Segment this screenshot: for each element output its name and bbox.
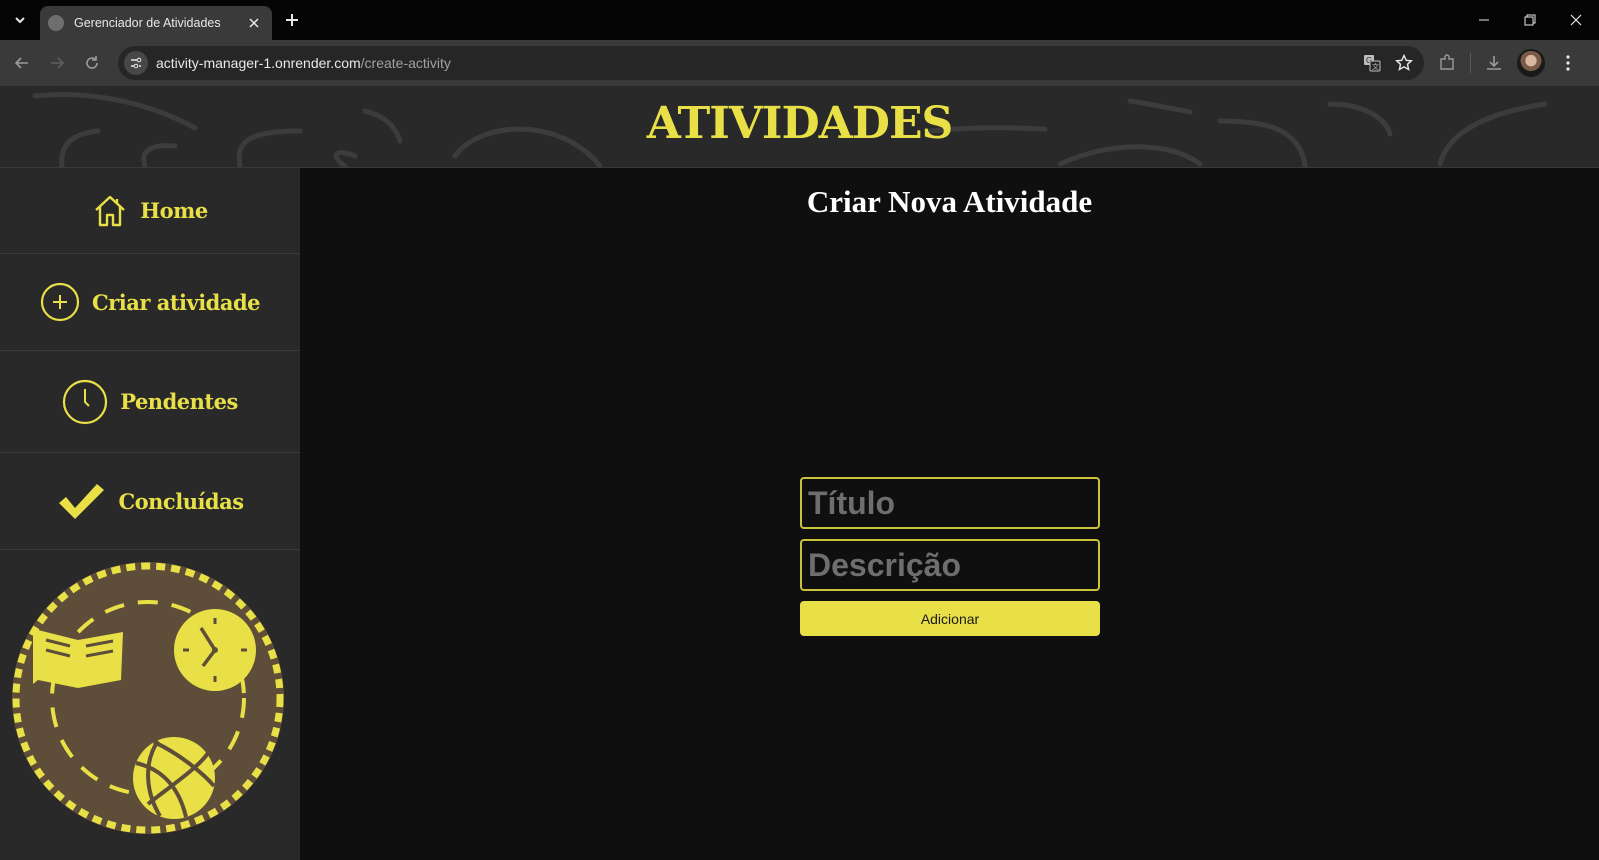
favicon-icon bbox=[48, 15, 64, 31]
url-text: activity-manager-1.onrender.com/create-a… bbox=[156, 55, 451, 71]
sidebar-item-label: Home bbox=[140, 198, 208, 223]
chevron-down-icon bbox=[15, 17, 25, 24]
url-host: activity-manager-1.onrender.com bbox=[156, 55, 361, 71]
minimize-button[interactable] bbox=[1461, 0, 1507, 40]
page-title: Criar Nova Atividade bbox=[806, 184, 1093, 219]
browser-toolbar: activity-manager-1.onrender.com/create-a… bbox=[0, 40, 1599, 86]
browser-tab-bar: Gerenciador de Atividades bbox=[0, 0, 1599, 40]
clock-icon bbox=[62, 379, 108, 425]
sidebar-item-criar-atividade[interactable]: Criar atividade bbox=[0, 254, 300, 351]
arrow-left-icon bbox=[14, 57, 28, 69]
reload-icon bbox=[86, 56, 98, 69]
toolbar-divider bbox=[1470, 53, 1471, 73]
browser-tab[interactable]: Gerenciador de Atividades bbox=[40, 6, 272, 40]
restore-icon bbox=[1524, 14, 1536, 26]
checkmark-icon bbox=[56, 481, 106, 521]
wall-clock-icon bbox=[174, 609, 256, 691]
plus-circle-icon bbox=[40, 282, 80, 322]
activities-illustration bbox=[12, 562, 284, 834]
description-input[interactable] bbox=[800, 539, 1100, 591]
address-bar[interactable]: activity-manager-1.onrender.com/create-a… bbox=[118, 46, 1424, 80]
plus-icon bbox=[286, 14, 298, 26]
close-window-button[interactable] bbox=[1553, 0, 1599, 40]
reload-button[interactable] bbox=[80, 51, 104, 75]
arrow-right-icon bbox=[51, 57, 65, 69]
translate-icon[interactable]: G文 bbox=[1360, 51, 1384, 75]
site-title: ATIVIDADES bbox=[646, 98, 954, 149]
main-content: Criar Nova Atividade Adicionar bbox=[300, 168, 1599, 860]
close-icon bbox=[249, 18, 259, 28]
back-button[interactable] bbox=[10, 51, 34, 75]
basketball-icon bbox=[133, 737, 216, 819]
sidebar: Home Criar atividade Pendentes Concluída… bbox=[0, 168, 300, 860]
sidebar-item-concluidas[interactable]: Concluídas bbox=[0, 453, 300, 550]
new-tab-button[interactable] bbox=[280, 8, 304, 32]
tab-title: Gerenciador de Atividades bbox=[74, 16, 221, 30]
tab-search-button[interactable] bbox=[8, 8, 32, 32]
profile-avatar[interactable] bbox=[1517, 49, 1545, 77]
minimize-icon bbox=[1479, 19, 1489, 21]
site-info-icon[interactable] bbox=[124, 51, 148, 75]
sidebar-item-label: Criar atividade bbox=[91, 289, 261, 315]
close-icon bbox=[1570, 14, 1582, 26]
sidebar-item-label: Pendentes bbox=[120, 389, 238, 414]
home-icon bbox=[92, 193, 128, 229]
sidebar-item-home[interactable]: Home bbox=[0, 168, 300, 254]
svg-text:文: 文 bbox=[1372, 62, 1379, 71]
title-input[interactable] bbox=[800, 477, 1100, 529]
forward-button[interactable] bbox=[45, 51, 69, 75]
bookmark-star-icon[interactable] bbox=[1392, 51, 1416, 75]
add-button[interactable]: Adicionar bbox=[800, 601, 1100, 636]
url-path: /create-activity bbox=[360, 55, 451, 71]
kebab-menu-icon[interactable] bbox=[1555, 50, 1581, 76]
create-activity-form: Adicionar bbox=[800, 477, 1100, 636]
close-tab-button[interactable] bbox=[244, 13, 264, 33]
page-header: ATIVIDADES bbox=[0, 86, 1599, 168]
web-page: ATIVIDADES Home Criar atividade Pendente… bbox=[0, 86, 1599, 860]
restore-button[interactable] bbox=[1507, 0, 1553, 40]
extensions-icon[interactable] bbox=[1434, 50, 1460, 76]
download-icon[interactable] bbox=[1481, 50, 1507, 76]
sidebar-item-label: Concluídas bbox=[118, 488, 244, 514]
sidebar-item-pendentes[interactable]: Pendentes bbox=[0, 351, 300, 453]
window-controls bbox=[1461, 0, 1599, 40]
